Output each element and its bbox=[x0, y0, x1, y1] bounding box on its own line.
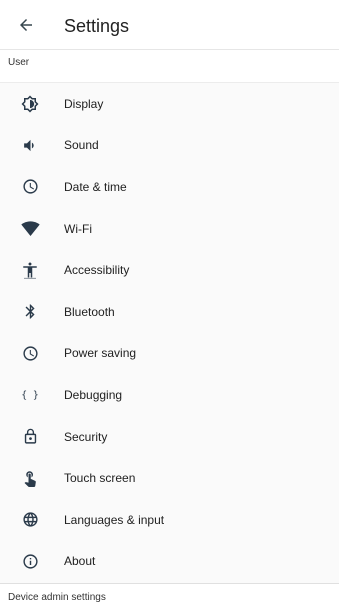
braces-icon: { } bbox=[20, 385, 40, 405]
settings-item-bluetooth[interactable]: Bluetooth bbox=[0, 291, 339, 333]
settings-item-label: Touch screen bbox=[64, 471, 136, 486]
settings-item-languages-input[interactable]: Languages & input bbox=[0, 499, 339, 541]
svg-text:{ }: { } bbox=[21, 390, 39, 401]
settings-item-label: Sound bbox=[64, 138, 99, 153]
brightness-icon bbox=[20, 94, 40, 114]
bluetooth-icon bbox=[20, 302, 40, 322]
settings-list: Display Sound Date & time Wi-Fi Accessib… bbox=[0, 83, 339, 583]
settings-item-label: Wi-Fi bbox=[64, 221, 92, 236]
arrow-back-icon[interactable] bbox=[17, 16, 35, 34]
settings-item-touch-screen[interactable]: Touch screen bbox=[0, 457, 339, 499]
section-header-user: User bbox=[0, 50, 339, 83]
settings-item-label: Display bbox=[64, 96, 104, 111]
settings-item-sound[interactable]: Sound bbox=[0, 125, 339, 167]
app-bar: Settings bbox=[0, 0, 339, 50]
volume-icon bbox=[20, 135, 40, 155]
section-header-device-admin: Device admin settings bbox=[0, 583, 339, 608]
settings-item-label: Languages & input bbox=[64, 512, 165, 527]
settings-item-wifi[interactable]: Wi-Fi bbox=[0, 208, 339, 250]
settings-item-label: Bluetooth bbox=[64, 304, 115, 319]
clock-icon bbox=[20, 343, 40, 363]
settings-item-label: About bbox=[64, 554, 96, 569]
settings-item-label: Power saving bbox=[64, 346, 137, 361]
info-icon bbox=[20, 551, 40, 571]
settings-item-label: Debugging bbox=[64, 387, 123, 402]
wifi-icon bbox=[20, 219, 40, 239]
clock-icon bbox=[20, 177, 40, 197]
globe-icon bbox=[20, 510, 40, 530]
settings-item-accessibility[interactable]: Accessibility bbox=[0, 249, 339, 291]
back-button[interactable] bbox=[14, 13, 38, 37]
lock-icon bbox=[20, 427, 40, 447]
settings-item-about[interactable]: About bbox=[0, 541, 339, 583]
touch-icon bbox=[20, 468, 40, 488]
settings-item-label: Date & time bbox=[64, 179, 127, 194]
settings-item-label: Security bbox=[64, 429, 108, 444]
settings-item-date-time[interactable]: Date & time bbox=[0, 166, 339, 208]
accessibility-icon bbox=[20, 260, 40, 280]
settings-item-security[interactable]: Security bbox=[0, 416, 339, 458]
settings-item-label: Accessibility bbox=[64, 263, 130, 278]
page-title: Settings bbox=[64, 16, 130, 36]
settings-item-debugging[interactable]: { } Debugging bbox=[0, 374, 339, 416]
settings-item-power-saving[interactable]: Power saving bbox=[0, 333, 339, 375]
settings-item-display[interactable]: Display bbox=[0, 83, 339, 125]
